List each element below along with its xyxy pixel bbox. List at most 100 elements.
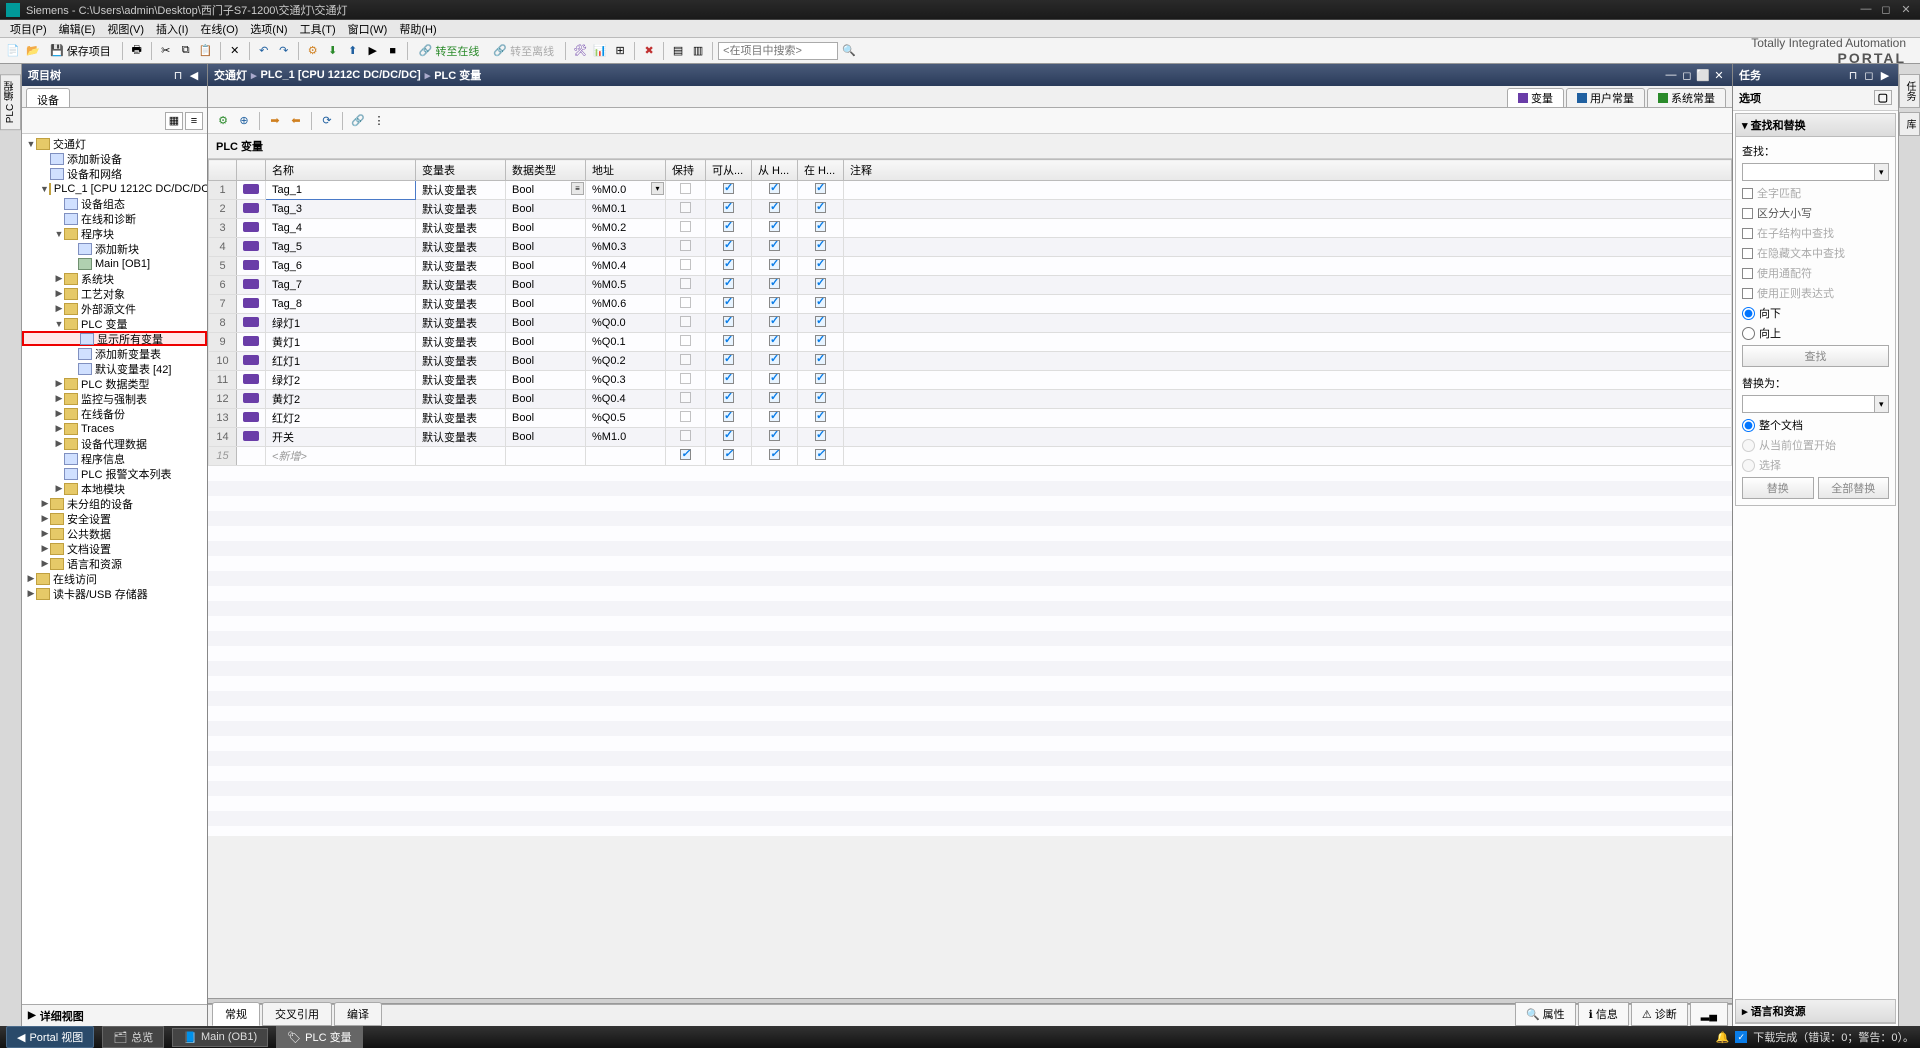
table-row[interactable]: 10红灯1默认变量表Bool%Q0.2	[209, 352, 1732, 371]
table-row[interactable]: 8绿灯1默认变量表Bool%Q0.0	[209, 314, 1732, 333]
cell-table[interactable]: 默认变量表	[416, 352, 506, 371]
menu-item-4[interactable]: 在线(O)	[194, 19, 244, 39]
cell-comment[interactable]	[844, 352, 1732, 371]
plc-var-tab[interactable]: 🏷 PLC 变量	[276, 1026, 362, 1048]
checkbox[interactable]	[815, 183, 826, 194]
cell-retain[interactable]	[666, 390, 706, 409]
cell-writable[interactable]	[752, 276, 798, 295]
notification-icon[interactable]: 🔔	[1716, 1031, 1730, 1044]
tab-devices[interactable]: 设备	[26, 88, 70, 107]
cell-address[interactable]: %Q0.1	[586, 333, 666, 352]
replace-input[interactable]	[1742, 395, 1875, 413]
replace-dd-icon[interactable]: ▾	[1875, 395, 1889, 413]
tree-row-23[interactable]: ▶本地模块	[22, 481, 207, 496]
direction-down-radio[interactable]: 向下	[1742, 305, 1889, 321]
menu-item-5[interactable]: 选项(N)	[244, 19, 293, 39]
table-row[interactable]: 3Tag_4默认变量表Bool%M0.2	[209, 219, 1732, 238]
from-cursor-radio[interactable]: 从当前位置开始	[1742, 437, 1889, 453]
cell-retain[interactable]	[666, 314, 706, 333]
cell-accessible[interactable]	[706, 257, 752, 276]
checkbox[interactable]	[769, 202, 780, 213]
tree-row-9[interactable]: ▶系统块	[22, 271, 207, 286]
tree-row-6[interactable]: ▼程序块	[22, 226, 207, 241]
tree-row-10[interactable]: ▶工艺对象	[22, 286, 207, 301]
print-icon[interactable]: 🖶	[128, 42, 146, 60]
bottom-tab-2[interactable]: 编译	[334, 1002, 382, 1026]
cell-address[interactable]: %M1.0	[586, 428, 666, 447]
center-tab-1[interactable]: 用户常量	[1566, 88, 1645, 107]
tree-row-19[interactable]: ▶Traces	[22, 421, 207, 436]
crumb-0[interactable]: 交通灯	[214, 67, 247, 83]
tree-row-5[interactable]: 在线和诊断	[22, 211, 207, 226]
cell-visible[interactable]	[798, 390, 844, 409]
cell-address[interactable]: %M0.3	[586, 238, 666, 257]
checkbox[interactable]	[769, 430, 780, 441]
cell-accessible[interactable]	[706, 428, 752, 447]
add-new-label[interactable]: <新增>	[266, 447, 416, 466]
stop-sim-icon[interactable]: ■	[384, 42, 402, 60]
tree-row-16[interactable]: ▶PLC 数据类型	[22, 376, 207, 391]
tree-row-28[interactable]: ▶语言和资源	[22, 556, 207, 571]
cell-writable[interactable]	[752, 257, 798, 276]
column-header-2[interactable]: 名称	[266, 160, 416, 181]
left-strip-plc-programming[interactable]: PLC 编程	[0, 74, 21, 130]
project-tree[interactable]: ▼交通灯添加新设备设备和网络▼PLC_1 [CPU 1212C DC/DC/DC…	[22, 134, 207, 1004]
checkbox[interactable]	[680, 183, 691, 194]
checkbox[interactable]	[723, 202, 734, 213]
cell-visible[interactable]	[798, 219, 844, 238]
cell-accessible[interactable]	[706, 276, 752, 295]
vt-import-icon[interactable]: ⬅	[287, 112, 305, 130]
tree-row-1[interactable]: 添加新设备	[22, 151, 207, 166]
cell-type[interactable]: Bool	[506, 238, 586, 257]
tree-arrow-icon[interactable]: ▶	[54, 423, 64, 434]
tree-arrow-icon[interactable]: ▶	[54, 303, 64, 314]
case-sensitive-checkbox[interactable]: 区分大小写	[1742, 205, 1889, 221]
checkbox[interactable]	[680, 259, 691, 270]
tree-arrow-icon[interactable]: ▶	[40, 498, 50, 509]
table-row[interactable]: 13红灯2默认变量表Bool%Q0.5	[209, 409, 1732, 428]
cell-accessible[interactable]	[706, 371, 752, 390]
tree-arrow-icon[interactable]: ▶	[54, 288, 64, 299]
cell-writable[interactable]	[752, 181, 798, 200]
tree-row-4[interactable]: 设备组态	[22, 196, 207, 211]
vt-export-icon[interactable]: ➡	[266, 112, 284, 130]
tasks-pin-icon[interactable]: ⊓	[1846, 69, 1860, 82]
checkbox[interactable]	[769, 183, 780, 194]
cell-name[interactable]: 黄灯1	[266, 333, 416, 352]
cell-writable[interactable]	[752, 333, 798, 352]
cell-writable[interactable]	[752, 314, 798, 333]
cell-address[interactable]: %M0.5	[586, 276, 666, 295]
vt-icon-2[interactable]: ⊕	[235, 112, 253, 130]
checkbox[interactable]	[815, 449, 826, 460]
cell-visible[interactable]	[798, 352, 844, 371]
checkbox[interactable]	[723, 392, 734, 403]
column-header-8[interactable]: 从 H...	[752, 160, 798, 181]
checkbox[interactable]	[815, 202, 826, 213]
cell-writable[interactable]	[752, 371, 798, 390]
tasks-collapse-icon[interactable]: ▶	[1878, 69, 1892, 82]
variable-table-wrap[interactable]: 名称变量表数据类型地址保持可从...从 H...在 H...注释 1Tag_1默…	[208, 159, 1732, 998]
close-button[interactable]: ✕	[1898, 3, 1914, 16]
column-header-9[interactable]: 在 H...	[798, 160, 844, 181]
cell-visible[interactable]	[798, 276, 844, 295]
cell-address[interactable]: %Q0.5	[586, 409, 666, 428]
checkbox[interactable]	[769, 373, 780, 384]
cell-comment[interactable]	[844, 390, 1732, 409]
tree-tb-1-icon[interactable]: ▦	[165, 112, 183, 130]
cell-table[interactable]: 默认变量表	[416, 428, 506, 447]
checkbox[interactable]	[723, 297, 734, 308]
tree-arrow-icon[interactable]: ▶	[54, 393, 64, 404]
cut-icon[interactable]: ✂	[157, 42, 175, 60]
tree-arrow-icon[interactable]: ▶	[54, 483, 64, 494]
checkbox[interactable]	[680, 278, 691, 289]
table-row[interactable]: 11绿灯2默认变量表Bool%Q0.3	[209, 371, 1732, 390]
tree-arrow-icon[interactable]: ▼	[54, 229, 64, 239]
checkbox[interactable]	[723, 430, 734, 441]
center-tab-0[interactable]: 变量	[1507, 88, 1564, 107]
cell-comment[interactable]	[844, 200, 1732, 219]
checkbox[interactable]	[769, 411, 780, 422]
tree-arrow-icon[interactable]: ▶	[40, 528, 50, 539]
cell-address[interactable]: %M0.4	[586, 257, 666, 276]
tree-row-25[interactable]: ▶安全设置	[22, 511, 207, 526]
cell-visible[interactable]	[798, 314, 844, 333]
